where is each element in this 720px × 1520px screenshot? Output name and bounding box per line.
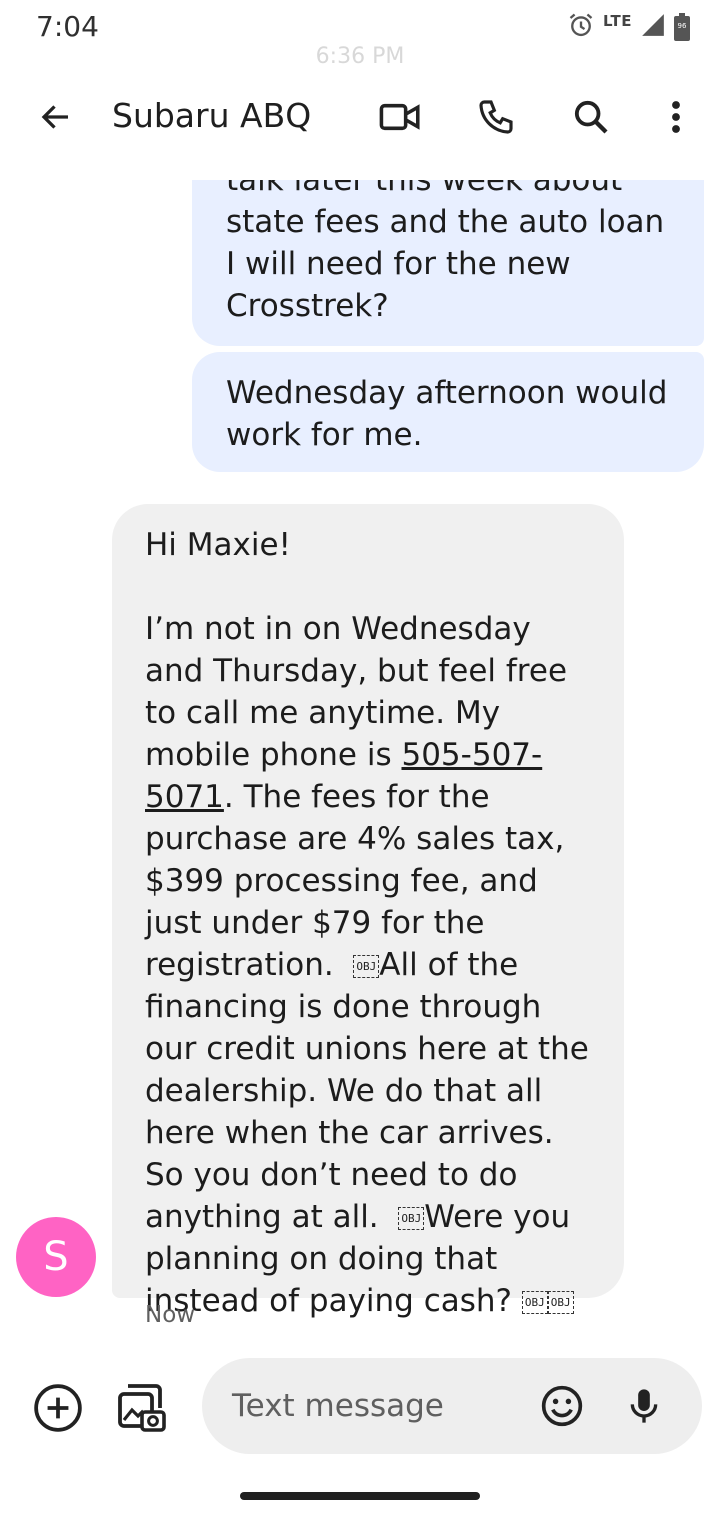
message-text: Wednesday afternoon would work for me. bbox=[226, 375, 668, 453]
arrow-back-icon[interactable] bbox=[28, 89, 84, 145]
object-replacement-glyph: OBJ bbox=[521, 1291, 548, 1314]
signal-icon bbox=[640, 12, 666, 42]
conversation-title[interactable]: Subaru ABQ bbox=[112, 96, 311, 135]
status-time: 7:04 bbox=[36, 10, 99, 43]
search-icon[interactable] bbox=[563, 89, 619, 145]
outgoing-message[interactable]: Wednesday afternoon would work for me. bbox=[192, 352, 704, 472]
mic-icon[interactable] bbox=[616, 1378, 672, 1434]
battery-icon: 96 bbox=[674, 13, 690, 41]
battery-level: 96 bbox=[677, 22, 687, 30]
gesture-nav-handle[interactable] bbox=[240, 1492, 480, 1500]
avatar[interactable]: S bbox=[16, 1217, 96, 1297]
more-vert-icon[interactable] bbox=[648, 89, 704, 145]
status-icons: LTE 96 bbox=[567, 10, 690, 44]
message-greeting: Hi Maxie! bbox=[145, 527, 291, 563]
incoming-message[interactable]: Hi Maxie! I’m not in on Wednesday and Th… bbox=[112, 504, 624, 1319]
message-input-placeholder: Text message bbox=[232, 1388, 444, 1424]
message-time: Now bbox=[145, 1302, 196, 1328]
add-circle-icon[interactable] bbox=[30, 1380, 86, 1436]
video-call-icon[interactable] bbox=[372, 89, 428, 145]
object-replacement-glyph: OBJ bbox=[398, 1207, 425, 1230]
network-type: LTE bbox=[602, 12, 632, 30]
object-replacement-glyph: OBJ bbox=[353, 955, 380, 978]
gallery-icon[interactable] bbox=[114, 1380, 170, 1436]
message-text: All of the financing is done through our… bbox=[145, 947, 599, 1235]
alarm-icon bbox=[567, 11, 595, 43]
object-replacement-glyph: OBJ bbox=[547, 1291, 574, 1314]
phone-icon[interactable] bbox=[468, 89, 524, 145]
emoji-icon[interactable] bbox=[534, 1378, 590, 1434]
